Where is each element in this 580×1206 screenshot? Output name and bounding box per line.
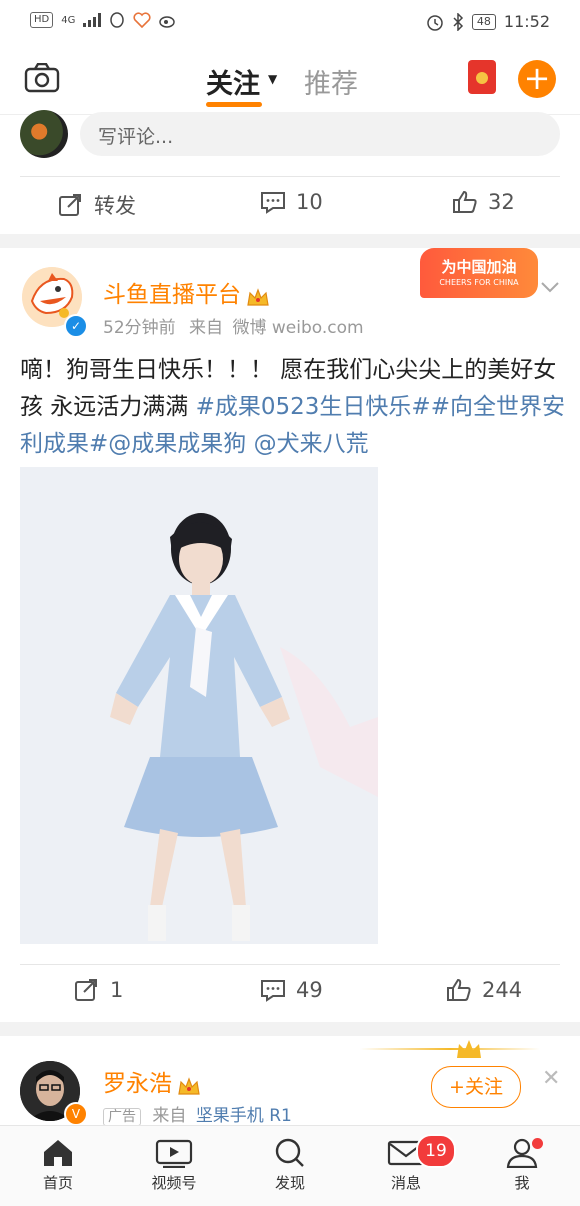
verified-badge-icon: ✓ xyxy=(64,314,88,338)
camera-icon[interactable] xyxy=(24,63,60,93)
current-user-avatar[interactable] xyxy=(20,110,68,158)
repost-count: 1 xyxy=(110,978,124,1002)
bottom-tab-bar: 首页 视频号 发现 消息 我 xyxy=(0,1125,580,1206)
chevron-down-icon[interactable]: ▼ xyxy=(268,72,277,86)
comment-icon xyxy=(261,192,285,214)
health-icon xyxy=(133,12,151,28)
status-bar: HD 4G 48 11:52 xyxy=(0,0,580,44)
post3-author-row: 罗永浩 xyxy=(103,1064,201,1098)
tab-discover[interactable]: 发现 xyxy=(250,1138,330,1193)
tab-recommend[interactable]: 推荐 xyxy=(304,62,358,101)
post3-meta: 广告 来自 坚果手机 R1 xyxy=(103,1101,292,1126)
post2-comment-button[interactable]: 49 xyxy=(260,978,323,1002)
comment-count: 10 xyxy=(296,190,323,214)
status-left: HD 4G xyxy=(30,12,177,28)
top-navigation: 关注 ▼ 推荐 + xyxy=(0,44,580,115)
crown-icon xyxy=(247,287,269,306)
status-right: 48 11:52 xyxy=(426,12,550,31)
comment-count: 49 xyxy=(296,978,323,1002)
divider xyxy=(20,964,560,965)
battery-level: 48 xyxy=(471,13,496,30)
tab-home[interactable]: 首页 xyxy=(18,1138,98,1193)
repost-label: 转发 xyxy=(94,194,136,218)
like-count: 244 xyxy=(482,978,523,1002)
active-tab-indicator xyxy=(206,102,262,107)
red-packet-icon[interactable] xyxy=(468,60,496,94)
bluetooth-icon xyxy=(453,12,463,31)
like-count: 32 xyxy=(488,190,515,214)
follow-button[interactable]: +关注 xyxy=(431,1066,521,1108)
feed-separator xyxy=(0,1022,580,1036)
post1-like-button[interactable]: 32 xyxy=(452,190,515,214)
close-icon[interactable]: ✕ xyxy=(542,1066,560,1091)
signal-icon xyxy=(83,13,102,27)
alarm-icon xyxy=(427,14,443,31)
tab-video-label: 视频号 xyxy=(151,1174,197,1192)
comment-placeholder: 写评论... xyxy=(98,126,174,148)
weibo-icon xyxy=(159,16,176,28)
promo-badge[interactable]: 为中国加油 CHEERS FOR CHINA xyxy=(420,248,538,298)
author-name[interactable]: 罗永浩 xyxy=(103,1071,172,1097)
clock: 11:52 xyxy=(503,12,550,31)
tab-follow[interactable]: 关注 xyxy=(206,62,260,101)
promo-subtitle: CHEERS FOR CHINA xyxy=(439,278,519,287)
hd-indicator: HD xyxy=(30,12,54,28)
post2-author-row: 斗鱼直播平台 xyxy=(103,275,270,309)
post-source: 微博 weibo.com xyxy=(232,318,364,338)
source-prefix: 来自 xyxy=(189,318,224,338)
video-icon xyxy=(155,1139,193,1168)
tab-me-label: 我 xyxy=(514,1174,530,1192)
tab-me[interactable]: 我 xyxy=(482,1138,562,1193)
golden-decoration xyxy=(360,1048,540,1050)
post-time: 52分钟前 xyxy=(103,318,176,338)
ad-tag: 广告 xyxy=(103,1108,141,1126)
divider xyxy=(20,176,560,177)
verified-badge-icon: V xyxy=(64,1102,88,1126)
promo-title: 为中国加油 xyxy=(441,258,517,276)
network-indicator: 4G xyxy=(61,14,76,26)
crown-icon xyxy=(178,1076,200,1095)
tab-discover-label: 发现 xyxy=(274,1174,305,1192)
post2-text: 嘀！狗哥生日快乐！！！ 愿在我们心尖尖上的美好女孩 永远活力满满 #成果0523… xyxy=(20,352,565,463)
compose-button[interactable]: + xyxy=(518,60,556,98)
notification-dot xyxy=(532,1138,543,1149)
share-icon xyxy=(59,194,81,216)
chevron-down-icon[interactable] xyxy=(540,280,560,294)
ad-source-link[interactable]: 坚果手机 R1 xyxy=(196,1106,292,1126)
feed-separator xyxy=(0,234,580,248)
post-image[interactable] xyxy=(20,467,378,944)
home-icon xyxy=(44,1140,72,1166)
post1-repost-button[interactable]: 转发 xyxy=(58,190,136,220)
crown-icon xyxy=(457,1040,481,1058)
messages-badge: 19 xyxy=(416,1134,456,1168)
photo-figure xyxy=(20,467,378,944)
tab-messages-label: 消息 xyxy=(390,1174,421,1192)
share-icon xyxy=(75,979,97,1001)
post2-meta: 52分钟前 来自 微博 weibo.com xyxy=(103,313,364,338)
post2-repost-button[interactable]: 1 xyxy=(74,978,123,1002)
source-prefix: 来自 xyxy=(152,1106,187,1126)
search-icon xyxy=(275,1138,304,1167)
thumbs-up-icon xyxy=(447,978,471,1001)
post2-like-button[interactable]: 244 xyxy=(446,978,522,1002)
qq-icon xyxy=(110,12,125,28)
thumbs-up-icon xyxy=(453,190,477,213)
author-name[interactable]: 斗鱼直播平台 xyxy=(103,282,241,308)
comment-icon xyxy=(261,980,285,1002)
tab-home-label: 首页 xyxy=(42,1174,73,1192)
tab-video[interactable]: 视频号 xyxy=(134,1138,214,1193)
post1-comment-button[interactable]: 10 xyxy=(260,190,323,214)
